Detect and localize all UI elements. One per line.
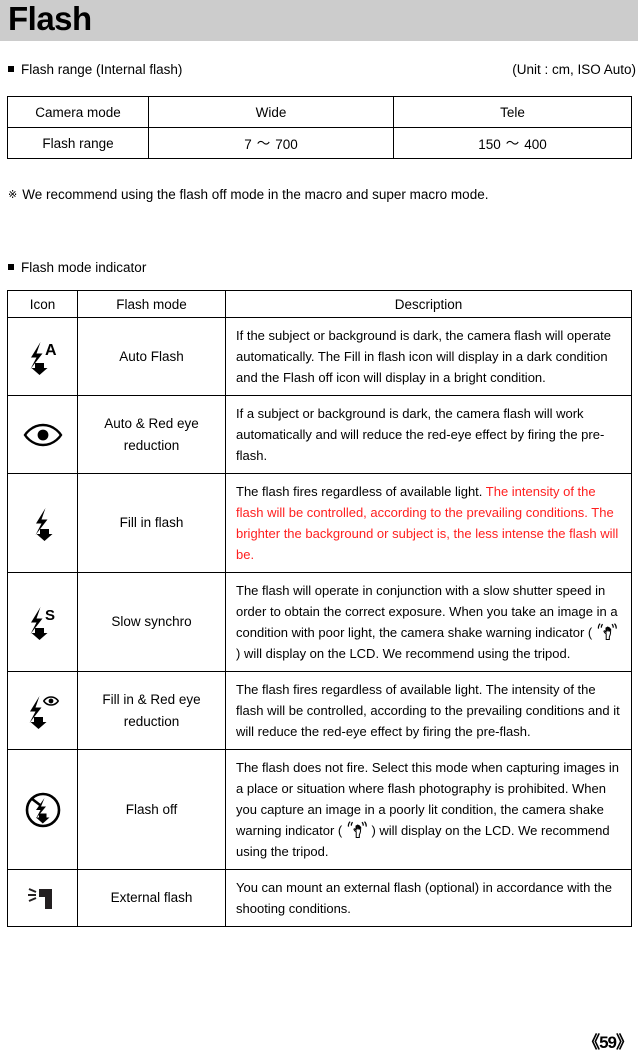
- mode-name: Fill in flash: [77, 473, 226, 573]
- table-row: Flash off The flash does not fire. Selec…: [7, 749, 632, 870]
- page-number: 《59》: [583, 1033, 633, 1052]
- wide-min: 7: [244, 137, 252, 152]
- square-bullet-icon: [8, 66, 14, 72]
- square-bullet-icon: [8, 264, 14, 270]
- recommend-note: ※ We recommend using the flash off mode i…: [8, 187, 488, 202]
- mode-description: You can mount an external flash (optiona…: [225, 869, 632, 927]
- table-row: Fill in & Red eye reduction The flash fi…: [7, 671, 632, 750]
- range-col-tele: Tele: [393, 96, 632, 128]
- flash-auto-icon: A: [8, 339, 77, 375]
- desc-text: The flash fires regardless of available …: [236, 484, 486, 499]
- desc-text: If a subject or background is dark, the …: [236, 406, 605, 463]
- range-row-label: Flash range: [7, 127, 149, 159]
- mode-description: If a subject or background is dark, the …: [225, 395, 632, 474]
- mode-description: The flash fires regardless of available …: [225, 473, 632, 573]
- tele-max: 400: [524, 137, 547, 152]
- flash-range-heading-label: Flash range (Internal flash): [21, 62, 183, 77]
- icon-cell: S: [7, 572, 78, 672]
- desc-text: You can mount an external flash (optiona…: [236, 880, 613, 916]
- flash-mode-heading-label: Flash mode indicator: [21, 260, 147, 275]
- page-title: Flash: [8, 0, 92, 37]
- table-row: A Auto Flash If the subject or backgroun…: [7, 317, 632, 396]
- mode-col-description: Description: [225, 290, 632, 318]
- mode-name: Fill in & Red eye reduction: [77, 671, 226, 750]
- mode-name: External flash: [77, 869, 226, 927]
- mode-name: Flash off: [77, 749, 226, 870]
- table-row: Flash range 7 〜 700 150 〜 400: [7, 127, 632, 159]
- table-row: Auto & Red eye reduction If a subject or…: [7, 395, 632, 474]
- fill-in-flash-icon: [8, 505, 77, 541]
- flash-mode-heading: Flash mode indicator: [8, 260, 146, 276]
- camera-shake-warning-icon: [347, 821, 367, 838]
- page-title-band: Flash: [0, 0, 638, 41]
- range-col-wide: Wide: [148, 96, 394, 128]
- range-col-camera-mode: Camera mode: [7, 96, 149, 128]
- mode-description: The flash will operate in conjunction wi…: [225, 572, 632, 672]
- mode-col-flash-mode: Flash mode: [77, 290, 226, 318]
- table-row-header: Camera mode Wide Tele: [7, 96, 632, 128]
- range-tele-value: 150 〜 400: [393, 127, 632, 159]
- external-flash-icon: [8, 883, 77, 913]
- tele-separator: 〜: [505, 136, 520, 151]
- table-row: S Slow synchro The flash will operate in…: [7, 572, 632, 672]
- camera-shake-warning-icon: [597, 623, 617, 640]
- svg-text:A: A: [45, 342, 57, 359]
- mode-name-line1: Auto & Red eye: [104, 415, 199, 431]
- flash-mode-table: Icon Flash mode Description A Auto Flash…: [7, 290, 632, 927]
- desc-text: The flash fires regardless of available …: [236, 682, 620, 739]
- icon-cell: [7, 749, 78, 870]
- table-row: Fill in flash The flash fires regardless…: [7, 473, 632, 573]
- mode-col-icon: Icon: [7, 290, 78, 318]
- slow-synchro-icon: S: [8, 604, 77, 640]
- icon-cell: [7, 671, 78, 750]
- desc-text: If the subject or background is dark, th…: [236, 328, 612, 385]
- mode-name-line1: Fill in & Red eye: [102, 691, 201, 707]
- mode-description: The flash does not fire. Select this mod…: [225, 749, 632, 870]
- icon-cell: [7, 473, 78, 573]
- icon-cell: A: [7, 317, 78, 396]
- icon-cell: [7, 869, 78, 927]
- mode-name: Auto & Red eye reduction: [77, 395, 226, 474]
- mode-name-line2: reduction: [123, 437, 180, 453]
- flash-range-table: Camera mode Wide Tele Flash range 7 〜 700 …: [7, 96, 632, 159]
- mode-description: If the subject or background is dark, th…: [225, 317, 632, 396]
- wide-separator: 〜: [256, 136, 271, 151]
- flash-range-heading: Flash range (Internal flash): [8, 62, 182, 78]
- tele-min: 150: [478, 137, 501, 152]
- desc-text-2: ) will display on the LCD. We recommend …: [236, 646, 571, 661]
- unit-note: (Unit : cm, ISO Auto): [512, 62, 636, 77]
- red-eye-icon: [8, 423, 77, 447]
- icon-cell: [7, 395, 78, 474]
- mode-description: The flash fires regardless of available …: [225, 671, 632, 750]
- desc-text: The flash will operate in conjunction wi…: [236, 583, 618, 640]
- recommend-note-text: We recommend using the flash off mode in…: [22, 187, 489, 202]
- mode-name: Slow synchro: [77, 572, 226, 672]
- table-row-header: Icon Flash mode Description: [7, 290, 632, 318]
- flash-off-icon: [8, 791, 77, 829]
- fill-in-red-eye-icon: [8, 693, 77, 729]
- mode-name-line2: reduction: [123, 713, 180, 729]
- svg-text:S: S: [45, 607, 55, 624]
- table-row: External flash You can mount an external…: [7, 869, 632, 927]
- range-wide-value: 7 〜 700: [148, 127, 394, 159]
- reference-mark-icon: ※: [8, 189, 18, 201]
- mode-name: Auto Flash: [77, 317, 226, 396]
- wide-max: 700: [275, 137, 298, 152]
